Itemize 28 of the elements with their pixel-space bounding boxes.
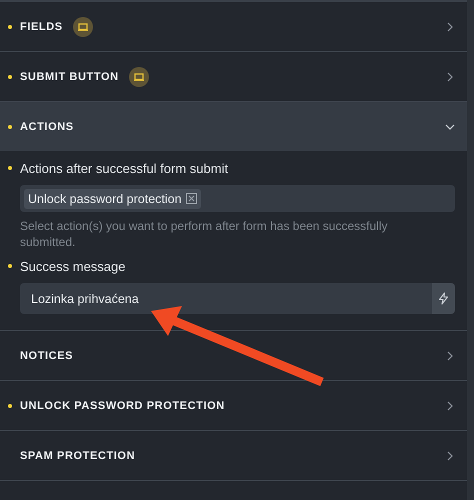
scrollbar[interactable] <box>467 0 474 500</box>
section-header[interactable]: ACTIONS <box>0 102 467 151</box>
section-title: ACTIONS <box>20 120 74 132</box>
section-header[interactable]: NOTICES <box>0 331 467 380</box>
chevron-right-icon <box>445 72 455 82</box>
section-header[interactable]: SPAM PROTECTION <box>0 431 467 480</box>
section-title: SUBMIT BUTTON <box>20 70 119 82</box>
remove-icon[interactable] <box>186 193 197 204</box>
control-label: Actions after successful form submit <box>20 160 228 176</box>
multiselect-field[interactable]: Unlock password protection <box>20 185 455 212</box>
tag-label: Unlock password protection <box>28 192 182 206</box>
section-title: NOTICES <box>20 350 74 362</box>
chevron-right-icon <box>445 350 455 360</box>
section-title: UNLOCK PASSWORD PROTECTION <box>20 400 225 412</box>
text-input-field[interactable]: Lozinka prihvaćena <box>20 283 432 314</box>
lightning-icon <box>438 292 449 305</box>
help-text: Select action(s) you want to perform after form has been successfully submitted. <box>20 218 388 250</box>
chevron-right-icon <box>445 400 455 410</box>
section-title: FIELDS <box>20 20 63 32</box>
control-label: Success message <box>20 258 126 274</box>
section-title: SPAM PROTECTION <box>20 450 136 462</box>
chevron-right-icon <box>445 22 455 32</box>
chevron-down-icon <box>445 122 455 132</box>
section-header[interactable]: SUBMIT BUTTON <box>0 52 467 101</box>
section-header[interactable]: UNLOCK PASSWORD PROTECTION <box>0 381 467 430</box>
dynamic-data-button[interactable] <box>432 283 455 314</box>
chevron-right-icon <box>445 450 455 460</box>
section-header[interactable]: FIELDS <box>0 2 467 51</box>
